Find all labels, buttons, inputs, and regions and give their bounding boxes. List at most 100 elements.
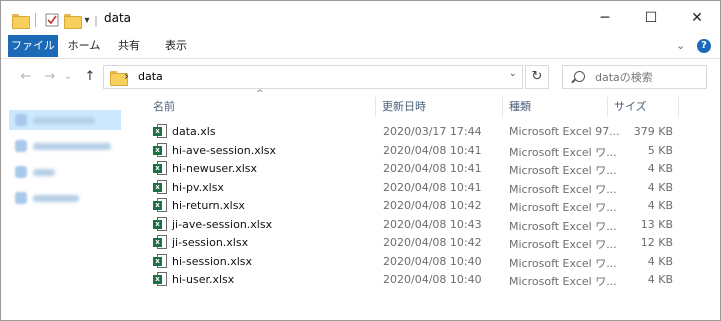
column-divider[interactable] [375,97,376,117]
help-icon[interactable]: ? [697,39,711,53]
file-size: 379 KB [633,125,673,138]
file-row[interactable]: x hi-ave-session.xlsx 2020/04/08 10:41 Micr… [147,141,687,159]
properties-check-icon[interactable] [43,12,61,28]
nav-item-network[interactable] [9,188,121,208]
file-row[interactable]: x hi-return.xlsx 2020/04/08 10:42 Microsoft… [147,196,687,214]
title-separator: | [94,13,98,27]
excel-icon: x [153,216,167,231]
file-row[interactable]: x data.xls 2020/03/17 17:44 Microsoft Excel… [147,122,687,140]
file-date: 2020/04/08 10:42 [383,199,482,212]
column-header-size[interactable]: サイズ [614,98,647,116]
file-type: Microsoft Excel 97... [509,125,619,138]
tab-file[interactable]: ファイル [8,35,58,57]
excel-icon: x [153,179,167,194]
file-type: Microsoft Excel ワ... [509,238,617,251]
search-input[interactable] [595,70,703,84]
file-date: 2020/03/17 17:44 [383,125,482,138]
file-name: hi-session.xlsx [172,254,253,268]
window-title: data [104,11,132,25]
file-date: 2020/04/08 10:41 [383,162,482,175]
file-row[interactable]: x hi-newuser.xlsx 2020/04/08 10:41 Microsof… [147,159,687,177]
up-button[interactable]: ↑ [80,68,100,86]
title-bar: ▾ | data ─ ☐ ✕ [1,1,720,35]
file-date: 2020/04/08 10:41 [383,180,482,194]
pc-icon [15,166,27,178]
column-divider[interactable] [502,97,503,117]
file-name: hi-pv.xlsx [172,180,224,194]
file-size: 4 KB [647,180,673,194]
nav-item-quick-access[interactable] [9,110,121,130]
file-name: hi-ave-session.xlsx [172,143,277,157]
tab-share[interactable]: 共有 [111,35,147,57]
maximize-icon: ☐ [644,10,658,26]
minimize-button[interactable]: ─ [582,1,628,35]
recent-locations-button[interactable]: ⌄ [62,68,74,86]
file-size: 4 KB [647,162,673,175]
file-name: hi-newuser.xlsx [172,162,258,175]
column-divider[interactable] [607,97,608,117]
file-size: 12 KB [640,236,673,249]
address-bar[interactable] [103,65,523,89]
breadcrumb-chevron-icon[interactable]: › [124,69,129,83]
nav-item-onedrive[interactable] [9,136,121,156]
file-size: 13 KB [640,217,673,231]
column-divider[interactable] [678,97,679,117]
excel-icon: x [153,235,167,249]
file-row[interactable]: x hi-user.xlsx 2020/04/08 10:40 Microsoft E… [147,270,687,288]
nav-label-blurred [33,143,111,150]
forward-button[interactable]: → [40,68,60,86]
file-size: 4 KB [647,273,673,286]
file-date: 2020/04/08 10:41 [383,143,482,157]
file-date: 2020/04/08 10:40 [383,254,482,268]
nav-label-blurred [33,195,79,202]
refresh-button[interactable]: ↻ [525,65,549,89]
cloud-icon [15,140,27,152]
folder-icon [11,12,30,29]
file-size: 5 KB [647,143,673,157]
address-dropdown-icon[interactable]: ⌄ [509,69,517,79]
column-header-date[interactable]: 更新日時 [382,98,426,116]
file-type: Microsoft Excel ワ... [509,201,617,214]
file-size: 4 KB [647,199,673,212]
file-row[interactable]: x hi-session.xlsx 2020/04/08 10:40 Microsof… [147,252,687,270]
navigation-pane [1,96,131,320]
file-row[interactable]: x ji-ave-session.xlsx 2020/04/08 10:43 Micr… [147,215,687,233]
close-button[interactable]: ✕ [674,1,720,35]
excel-icon: x [153,198,167,212]
excel-icon: x [153,253,167,268]
new-folder-icon[interactable] [63,12,82,29]
file-type: Microsoft Excel ワ... [509,182,617,196]
tab-view[interactable]: 表示 [157,35,195,57]
column-header-name[interactable]: 名前 [153,98,175,116]
excel-97-icon: x [153,124,167,138]
file-type: Microsoft Excel ワ... [509,219,617,233]
maximize-button[interactable]: ☐ [628,1,674,35]
file-name: hi-user.xlsx [172,273,235,286]
file-type: Microsoft Excel ワ... [509,164,617,177]
file-row[interactable]: x ji-session.xlsx 2020/04/08 10:42 Microsof… [147,233,687,251]
explorer-window: ▾ | data ─ ☐ ✕ ファイル ホーム 共有 表示 ⌄ ? ← → ⌄ … [0,0,721,321]
minimize-icon: ─ [600,10,610,26]
file-type: Microsoft Excel ワ... [509,145,617,159]
quick-access-icon [15,114,27,126]
ribbon-expand-icon[interactable]: ⌄ [676,39,685,52]
file-type: Microsoft Excel ワ... [509,275,617,288]
sort-ascending-icon: ^ [256,89,264,99]
search-icon [574,71,585,82]
file-name: ji-ave-session.xlsx [172,217,273,231]
nav-item-pc[interactable] [9,162,121,182]
close-icon: ✕ [691,10,703,26]
breadcrumb-data[interactable]: data [138,70,163,83]
toolbar-separator [35,13,36,27]
back-button[interactable]: ← [16,68,36,86]
tab-home[interactable]: ホーム [63,35,105,57]
column-header-type[interactable]: 種類 [509,98,531,116]
nav-label-blurred [33,169,55,176]
file-row[interactable]: x hi-pv.xlsx 2020/04/08 10:41 Microsoft Exc… [147,178,687,196]
search-box[interactable] [562,65,707,89]
navigation-bar: ← → ⌄ ↑ › data ⌄ ↻ [1,58,720,95]
file-date: 2020/04/08 10:42 [383,236,482,249]
ribbon-tabs: ファイル ホーム 共有 表示 ⌄ ? [1,35,720,57]
file-date: 2020/04/08 10:40 [383,273,482,286]
file-name: ji-session.xlsx [172,236,249,249]
